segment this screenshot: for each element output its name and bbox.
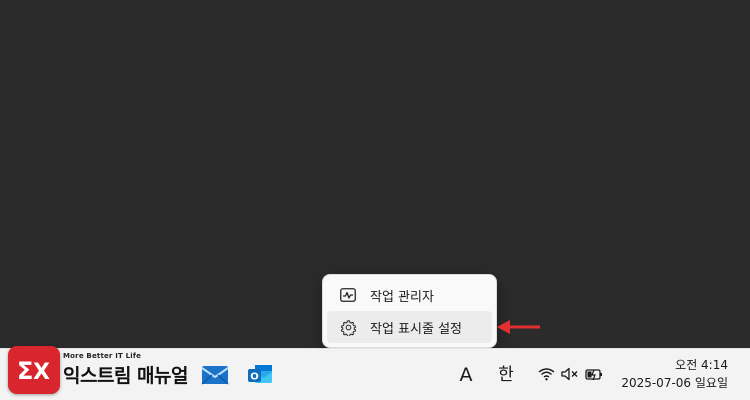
red-arrow-annotation [497,320,540,334]
svg-text:O: O [250,372,259,383]
volume-muted-icon[interactable] [561,366,579,382]
outlook-app-button[interactable]: O [245,360,275,390]
taskbar-context-menu: 작업 관리자 작업 표시줄 설정 [322,274,497,348]
input-mode-korean[interactable]: 한 [493,362,519,388]
watermark-tagline: More Better IT Life [63,352,142,360]
clock-date: 2025-07-06 일요일 [621,376,728,390]
mail-icon [201,366,229,385]
clock-time: 오전 4:14 [675,358,728,372]
svg-text:Σ: Σ [17,357,33,383]
input-mode-english[interactable]: A [455,362,477,388]
watermark-logo-text: More Better IT Life 익스트림 매뉴얼 [63,352,188,388]
taskbar-clock[interactable]: 오전 4:14 2025-07-06 일요일 [621,356,728,392]
mail-app-button[interactable] [200,360,230,390]
gear-icon [339,318,357,336]
battery-charging-icon[interactable] [585,366,603,382]
menu-item-label: 작업 표시줄 설정 [370,321,462,337]
watermark-name: 익스트림 매뉴얼 [63,365,188,387]
menu-item-taskbar-settings[interactable]: 작업 표시줄 설정 [327,311,492,343]
task-manager-icon [339,286,357,304]
outlook-icon: O [248,365,272,383]
menu-item-task-manager[interactable]: 작업 관리자 [327,279,492,311]
svg-text:X: X [33,360,50,383]
menu-item-label: 작업 관리자 [370,289,434,305]
wifi-icon[interactable] [537,366,555,382]
watermark-logo-badge: Σ X [8,346,60,394]
